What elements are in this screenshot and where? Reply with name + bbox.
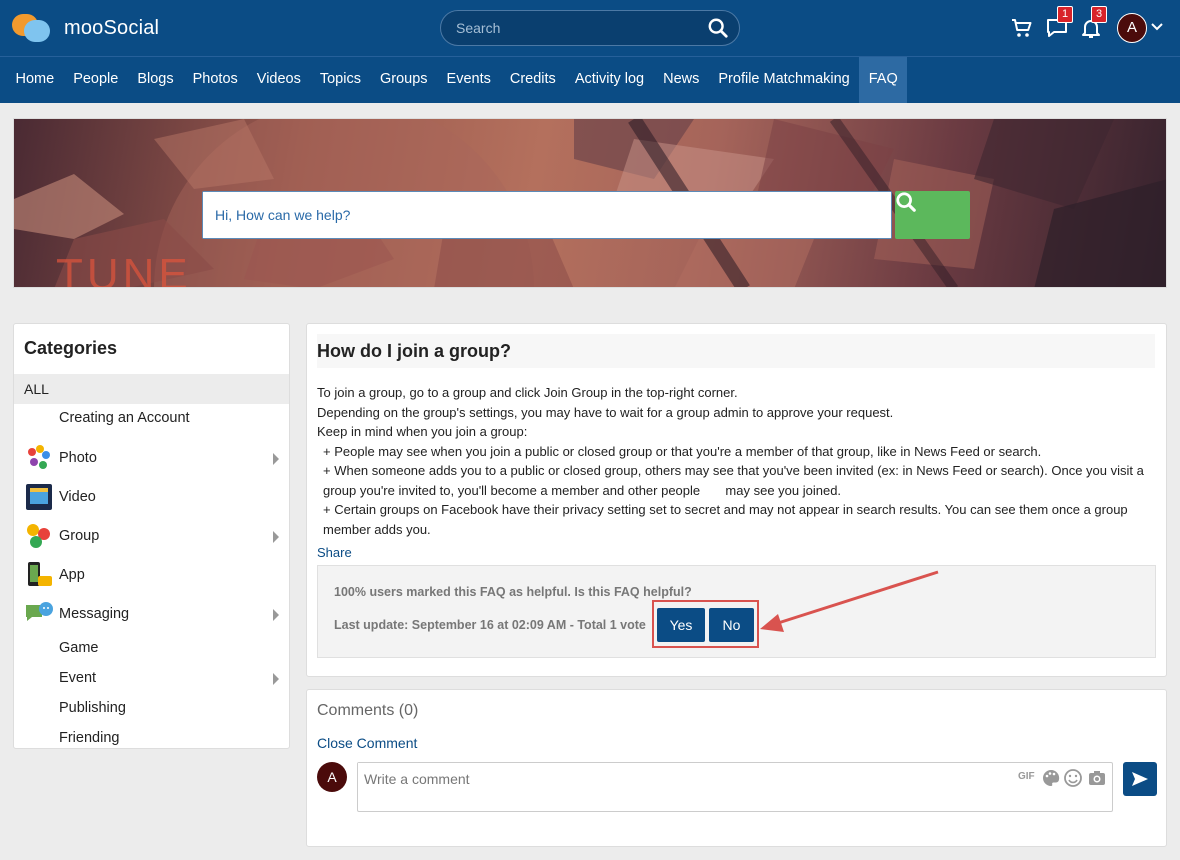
faq-body: To join a group, go to a group and click… bbox=[317, 383, 1147, 539]
search-icon[interactable] bbox=[707, 17, 729, 39]
nav-item-credits[interactable]: Credits bbox=[500, 57, 565, 103]
faq-paragraph: Depending on the group's settings, you m… bbox=[317, 404, 894, 420]
caret-right-icon[interactable] bbox=[272, 672, 280, 685]
notifications-badge: 3 bbox=[1091, 6, 1107, 23]
comment-box: GIF bbox=[357, 762, 1113, 812]
faq-search-button[interactable] bbox=[895, 191, 970, 239]
category-label: Photo bbox=[59, 449, 97, 466]
helpful-box: 100% users marked this FAQ as helpful. I… bbox=[317, 565, 1156, 658]
palette-icon[interactable] bbox=[1041, 768, 1061, 788]
global-search bbox=[440, 10, 740, 46]
category-item-group[interactable]: Group bbox=[14, 516, 289, 555]
app-icon bbox=[24, 560, 54, 590]
send-comment-button[interactable] bbox=[1123, 762, 1157, 796]
category-item-creating-an-account[interactable]: Creating an Account bbox=[14, 399, 289, 437]
photo-icon bbox=[24, 443, 54, 473]
emoji-icon[interactable] bbox=[1063, 768, 1083, 788]
comments-title: Comments (0) bbox=[317, 702, 419, 719]
category-label: Friending bbox=[59, 730, 120, 746]
category-label: Event bbox=[59, 670, 97, 686]
faq-search-box bbox=[202, 191, 892, 239]
comments-panel: Comments (0) Close Comment A GIF bbox=[306, 689, 1167, 847]
category-item-publishing[interactable]: Publishing bbox=[14, 693, 289, 723]
messaging-icon bbox=[24, 599, 54, 629]
last-update: Last update: September 16 at 02:09 AM - … bbox=[334, 618, 646, 632]
chevron-down-icon[interactable] bbox=[1151, 22, 1163, 32]
search-icon bbox=[896, 192, 916, 212]
cart-icon[interactable] bbox=[1010, 16, 1034, 40]
caret-right-icon[interactable] bbox=[272, 530, 280, 543]
nav-items: Home People Blogs Photos Videos Topics Groups E… bbox=[0, 57, 1180, 103]
helpful-question: 100% users marked this FAQ as helpful. I… bbox=[334, 585, 692, 599]
categories-title: Categories bbox=[24, 338, 118, 358]
faq-banner: TUNE bbox=[13, 118, 1167, 288]
category-item-photo[interactable]: Photo bbox=[14, 438, 289, 477]
nav-item-home[interactable]: Home bbox=[6, 57, 64, 103]
user-avatar[interactable]: A bbox=[1117, 13, 1147, 43]
nav-item-topics[interactable]: Topics bbox=[310, 57, 370, 103]
logo-text: mooSocial bbox=[64, 16, 160, 39]
logo-mark-icon bbox=[12, 12, 50, 44]
category-item-app[interactable]: App bbox=[14, 555, 289, 594]
no-button[interactable]: No bbox=[709, 608, 754, 642]
category-item-friending[interactable]: Friending bbox=[14, 723, 289, 753]
nav-item-faq[interactable]: FAQ bbox=[859, 57, 908, 103]
nav-item-videos[interactable]: Videos bbox=[247, 57, 310, 103]
close-comment-link[interactable]: Close Comment bbox=[317, 735, 417, 751]
faq-bullet: + Certain groups on Facebook have their … bbox=[323, 502, 1128, 537]
category-label: Creating an Account bbox=[59, 410, 190, 426]
category-item-video[interactable]: Video bbox=[14, 477, 289, 516]
top-header: mooSocial 1 3 A bbox=[0, 0, 1180, 56]
group-icon bbox=[24, 521, 54, 551]
nav-item-news[interactable]: News bbox=[654, 57, 709, 103]
caret-right-icon[interactable] bbox=[272, 608, 280, 621]
category-label: Game bbox=[59, 640, 99, 656]
faq-bullet: + When someone adds you to a public or c… bbox=[323, 463, 1148, 498]
share-link[interactable]: Share bbox=[317, 545, 352, 560]
nav-item-profile-matchmaking[interactable]: Profile Matchmaking bbox=[709, 57, 859, 103]
category-item-event[interactable]: Event bbox=[14, 663, 289, 693]
global-search-input[interactable] bbox=[441, 11, 681, 45]
nav-item-activity-log[interactable]: Activity log bbox=[565, 57, 653, 103]
video-icon bbox=[24, 482, 54, 512]
category-label: Group bbox=[59, 527, 100, 544]
nav-item-blogs[interactable]: Blogs bbox=[128, 57, 183, 103]
faq-bullet: + People may see when you join a public … bbox=[323, 443, 1042, 459]
category-item-messaging[interactable]: Messaging bbox=[14, 594, 289, 633]
gif-icon[interactable]: GIF bbox=[1018, 771, 1035, 782]
nav-item-groups[interactable]: Groups bbox=[370, 57, 437, 103]
messages-badge: 1 bbox=[1057, 6, 1073, 23]
nav-item-events[interactable]: Events bbox=[437, 57, 500, 103]
commenter-avatar: A bbox=[317, 762, 347, 792]
category-label: App bbox=[59, 566, 85, 583]
send-icon bbox=[1132, 772, 1148, 786]
caret-right-icon[interactable] bbox=[272, 452, 280, 465]
faq-article: How do I join a group? To join a group, … bbox=[306, 323, 1167, 677]
camera-icon[interactable] bbox=[1087, 768, 1107, 788]
comment-input[interactable] bbox=[358, 763, 998, 807]
logo[interactable]: mooSocial bbox=[12, 12, 159, 44]
svg-text:TUNE: TUNE bbox=[56, 250, 192, 288]
category-label: Video bbox=[59, 488, 96, 505]
categories-panel: Categories ALL Creating an Account Photo V… bbox=[13, 323, 290, 749]
category-label: Publishing bbox=[59, 700, 126, 716]
faq-paragraph: To join a group, go to a group and click… bbox=[317, 385, 738, 400]
category-item-game[interactable]: Game bbox=[14, 633, 289, 663]
category-label: Messaging bbox=[59, 605, 130, 622]
faq-title: How do I join a group? bbox=[317, 334, 1155, 368]
main-nav: Home People Blogs Photos Videos Topics Groups E… bbox=[0, 56, 1180, 103]
faq-paragraph: Keep in mind when you join a group: bbox=[317, 424, 528, 439]
nav-item-photos[interactable]: Photos bbox=[183, 57, 247, 103]
nav-item-people[interactable]: People bbox=[64, 57, 128, 103]
faq-search-input[interactable] bbox=[203, 192, 891, 238]
yes-button[interactable]: Yes bbox=[657, 608, 705, 642]
